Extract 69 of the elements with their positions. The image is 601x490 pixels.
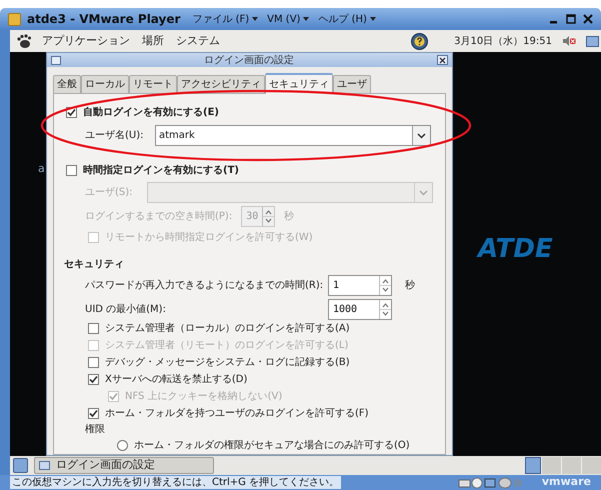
logo-text: vmware bbox=[542, 474, 591, 490]
unit-label: 秒 bbox=[284, 210, 294, 224]
caret-icon[interactable] bbox=[412, 126, 430, 145]
checkbox-label: 自動ログインを有効にする(E) bbox=[83, 106, 219, 120]
window-list-icon[interactable] bbox=[586, 36, 599, 46]
tab[interactable]: ローカル bbox=[81, 75, 129, 93]
close-icon[interactable] bbox=[583, 14, 593, 24]
field-label: ログインするまでの空き時間(P): bbox=[85, 210, 232, 224]
checkbox[interactable] bbox=[66, 164, 77, 176]
checkbox-label: システム管理者（リモート）のログインを許可する(L) bbox=[105, 338, 348, 353]
window-icon bbox=[39, 461, 50, 470]
checkbox[interactable] bbox=[88, 323, 99, 334]
logo-text: ATDE bbox=[478, 234, 553, 264]
caret-icon bbox=[370, 17, 376, 21]
workspace-switcher[interactable] bbox=[525, 457, 601, 474]
checkbox-label: リモートから時間指定ログインを許可する(W) bbox=[105, 230, 313, 245]
panel-menu[interactable]: システム bbox=[176, 32, 220, 50]
field-label: UID の最小値(M): bbox=[85, 302, 167, 317]
menu-item[interactable]: ファイル (F) bbox=[192, 12, 258, 26]
checkbox[interactable] bbox=[88, 357, 99, 368]
spin-value: 1 bbox=[332, 279, 340, 293]
tab[interactable]: 全般 bbox=[53, 75, 81, 93]
menu-item[interactable]: ヘルプ (H) bbox=[318, 12, 376, 26]
spin-field[interactable]: 1 bbox=[328, 275, 392, 296]
desktop-text: a bbox=[38, 161, 45, 177]
panel-menu[interactable]: 場所 bbox=[142, 32, 164, 50]
spin-value: 1000 bbox=[332, 303, 358, 317]
spin-field[interactable]: 1000 bbox=[328, 299, 392, 320]
checkbox-label: Xサーバへの転送を禁止する(D) bbox=[105, 372, 248, 387]
muted-speaker-icon[interactable] bbox=[562, 35, 576, 47]
dialog-title: ログイン画面の設定 bbox=[203, 54, 295, 66]
spin-arrows-icon[interactable] bbox=[379, 300, 391, 319]
tab[interactable]: リモート bbox=[129, 75, 177, 93]
caret-icon bbox=[252, 17, 258, 21]
field-label: ユーザ(S): bbox=[85, 186, 134, 200]
spin-arrows-icon[interactable] bbox=[262, 207, 274, 226]
status-message: この仮想マシンに入力先を切り替えるには、Ctrl+G を押してください。 bbox=[10, 476, 342, 489]
app-icon bbox=[8, 12, 21, 26]
user-dropdown[interactable]: atmark bbox=[155, 125, 431, 146]
radio-label: ホーム・フォルダの権限がセキュアな場合にのみ許可する(O) bbox=[134, 438, 410, 452]
close-icon[interactable] bbox=[437, 55, 448, 65]
checkbox-label: NFS 上にクッキーを格納しない(V) bbox=[125, 390, 282, 404]
checkbox-label: デバッグ・メッセージをシステム・ログに記録する(B) bbox=[105, 356, 350, 370]
field-label: パスワードが再入力できるようになるまでの時間(R): bbox=[85, 278, 324, 293]
radio-button[interactable] bbox=[117, 440, 128, 450]
unit-label: 秒 bbox=[405, 278, 415, 293]
tab[interactable]: ユーザ bbox=[333, 75, 371, 93]
maximize-icon[interactable] bbox=[566, 14, 576, 24]
show-desktop-icon[interactable] bbox=[13, 458, 28, 473]
foot-icon[interactable] bbox=[16, 33, 32, 49]
window-title: atde3 - VMware Player bbox=[27, 11, 180, 28]
section-heading: 権限 bbox=[85, 423, 106, 437]
section-heading: セキュリティ bbox=[64, 258, 125, 272]
taskbar-button[interactable]: ログイン画面の設定 bbox=[34, 457, 214, 474]
checkbox[interactable] bbox=[88, 232, 99, 243]
spin-arrows-icon[interactable] bbox=[379, 276, 391, 295]
window-menu-icon[interactable] bbox=[51, 56, 61, 64]
panel-menu[interactable]: アプリケーション bbox=[42, 32, 130, 50]
field-label: ユーザ名(U): bbox=[85, 129, 144, 143]
clock[interactable]: 3月10日（水）19:51 bbox=[454, 34, 552, 48]
checkbox-label: 時間指定ログインを有効にする(T) bbox=[83, 163, 239, 178]
checkbox[interactable] bbox=[88, 374, 99, 385]
checkbox[interactable] bbox=[88, 408, 99, 419]
checkbox-label: システム管理者（ローカル）のログインを許可する(A) bbox=[105, 322, 350, 336]
help-icon[interactable] bbox=[411, 32, 428, 50]
checkbox-label: ホーム・フォルダを持つユーザのみログインを許可する(F) bbox=[105, 406, 369, 421]
caret-icon bbox=[303, 17, 310, 21]
spin-value: 30 bbox=[245, 210, 260, 224]
menu-item[interactable]: VM (V) bbox=[267, 12, 310, 26]
